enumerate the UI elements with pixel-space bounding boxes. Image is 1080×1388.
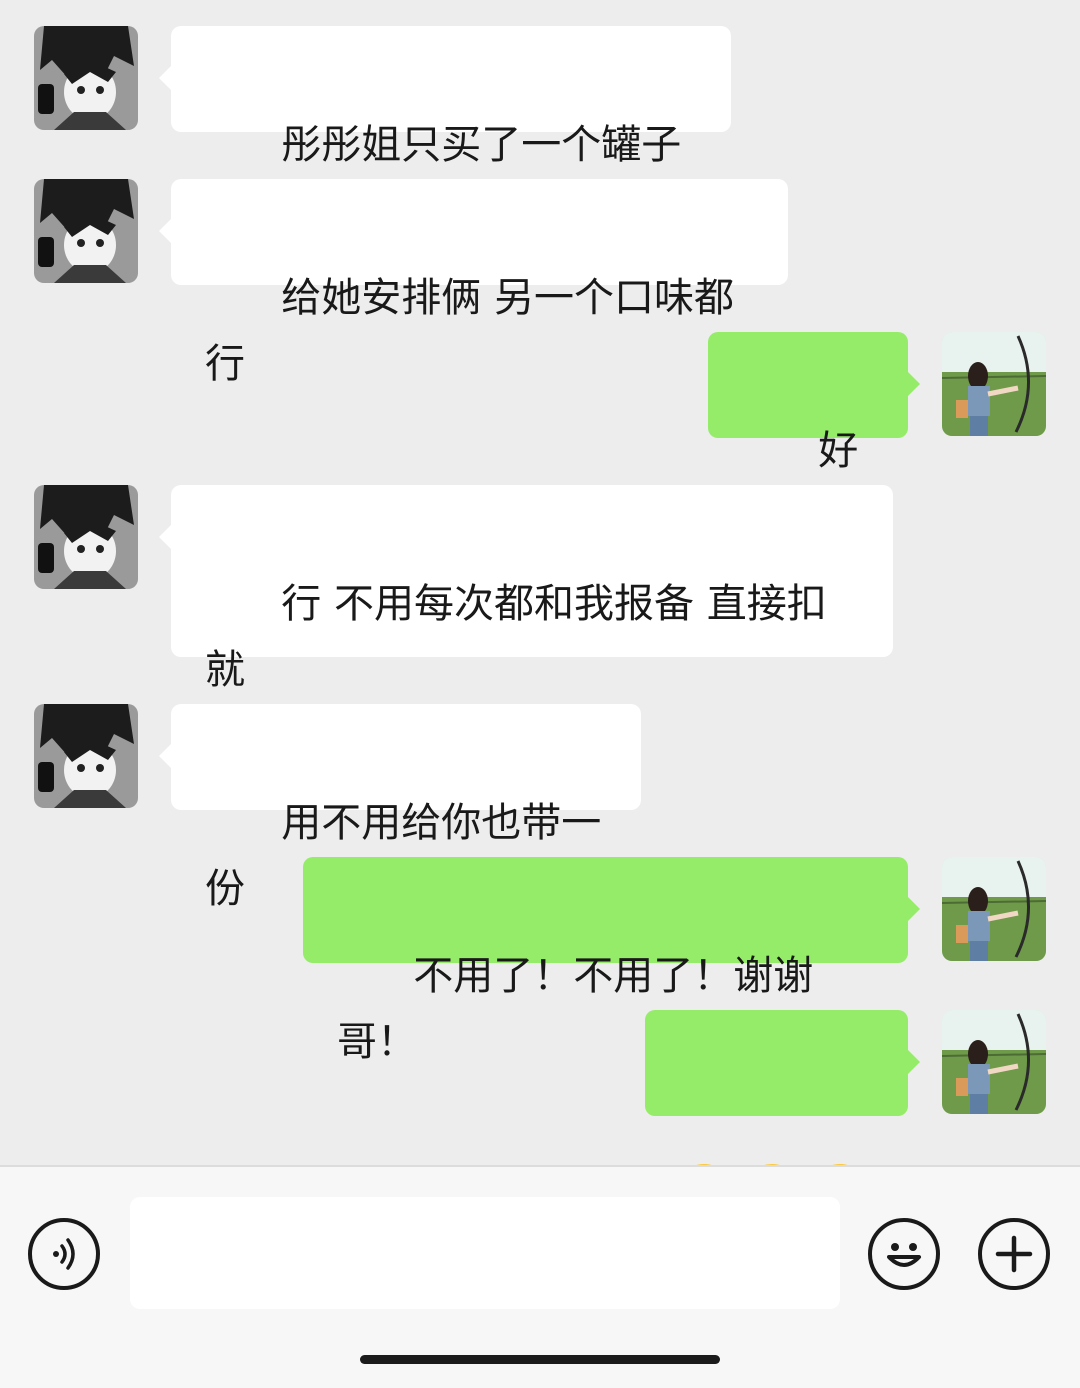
message-text: 给她安排俩 另一个口味都行 [205,275,735,387]
contact-avatar[interactable] [34,179,138,283]
my-avatar[interactable] [942,1010,1046,1114]
emoji-button[interactable] [868,1218,940,1290]
message-bubble-incoming[interactable]: 行 不用每次都和我报备 直接扣就 是了 [159,485,893,759]
voice-input-button[interactable] [28,1218,100,1290]
smiley-icon [887,1243,921,1267]
message-bubble-outgoing[interactable] [645,1010,920,1226]
message-input-bar [0,1165,1080,1388]
my-avatar[interactable] [942,332,1046,436]
more-actions-button[interactable] [978,1218,1050,1290]
chat-message-list[interactable]: 彤彤姐只买了一个罐子么 给她安排俩 另一个口味都行 好嘞哥 [0,0,1080,1226]
contact-avatar[interactable] [34,704,138,808]
my-avatar[interactable] [942,857,1046,961]
message-bubble-outgoing[interactable]: 好嘞哥 [708,332,920,540]
home-indicator[interactable] [360,1355,720,1364]
contact-avatar[interactable] [34,26,138,130]
message-bubble-incoming[interactable]: 彤彤姐只买了一个罐子么 [159,26,731,234]
voice-icon [53,1238,75,1270]
message-bubble-outgoing[interactable]: 不用了！不用了！谢谢哥！ [303,857,920,1065]
message-bubble-incoming[interactable]: 给她安排俩 另一个口味都行 [159,179,788,387]
contact-avatar[interactable] [34,485,138,589]
plus-icon [995,1235,1033,1273]
message-text-input[interactable] [130,1197,840,1309]
message-bubble-incoming[interactable]: 用不用给你也带一份 [159,704,641,912]
